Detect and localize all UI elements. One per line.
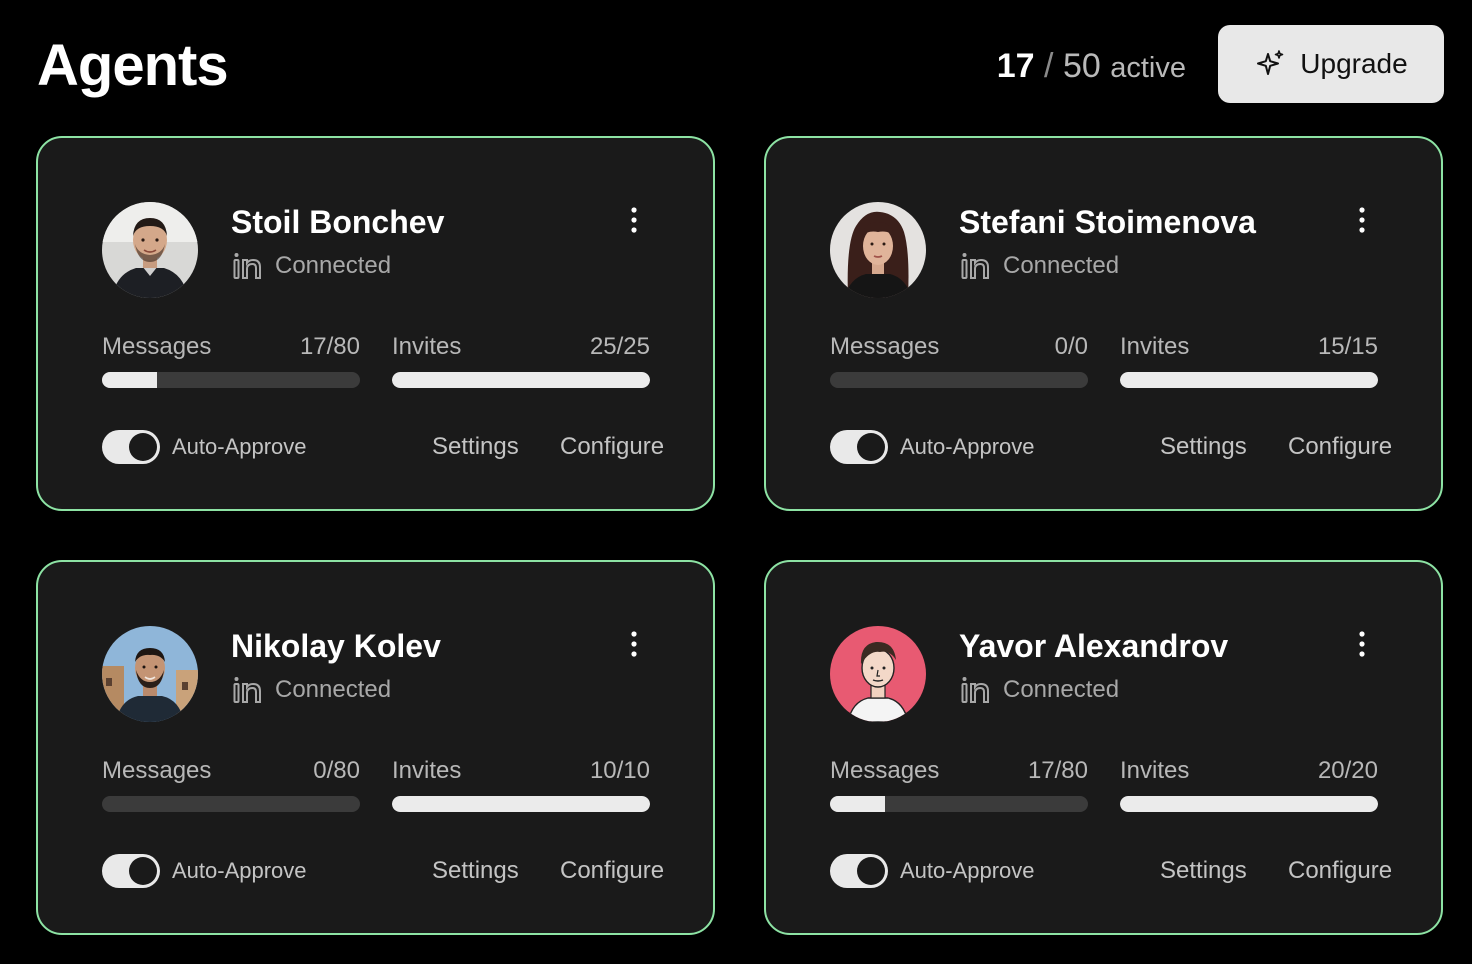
more-vertical-icon xyxy=(1359,631,1365,657)
active-count: 17 xyxy=(996,47,1035,85)
messages-metric: Messages 0/0 xyxy=(830,332,1088,388)
messages-progress-bar xyxy=(830,372,1088,388)
auto-approve-label: Auto-Approve xyxy=(172,858,307,883)
agent-name: Stefani Stoimenova xyxy=(959,204,1256,240)
avatar xyxy=(102,202,198,298)
toggle-knob xyxy=(857,433,885,461)
linkedin-icon xyxy=(959,250,991,282)
messages-label: Messages xyxy=(102,333,212,360)
more-vertical-icon xyxy=(631,631,637,657)
invites-metric: Invites 25/25 xyxy=(392,332,650,388)
invites-label: Invites xyxy=(1120,757,1190,784)
agent-card: Stefani Stoimenova Connected Messages 0/… xyxy=(764,136,1443,511)
settings-button[interactable]: Settings xyxy=(1160,854,1247,888)
more-options-button[interactable] xyxy=(1346,200,1378,240)
agent-name: Nikolay Kolev xyxy=(231,628,441,664)
upgrade-label: Upgrade xyxy=(1300,48,1408,79)
invites-metric: Invites 10/10 xyxy=(392,756,650,812)
toggle-knob xyxy=(129,433,157,461)
settings-button[interactable]: Settings xyxy=(432,854,519,888)
messages-progress-bar xyxy=(102,796,360,812)
avatar xyxy=(830,202,926,298)
connection-status: Connected xyxy=(231,674,391,706)
active-separator: / xyxy=(1044,47,1054,85)
auto-approve-label: Auto-Approve xyxy=(900,434,1035,459)
invites-progress-fill xyxy=(1120,796,1378,812)
avatar xyxy=(830,626,926,722)
messages-metric: Messages 0/80 xyxy=(102,756,360,812)
invites-value: 10/10 xyxy=(589,757,650,784)
more-options-button[interactable] xyxy=(618,624,650,664)
invites-progress-fill xyxy=(1120,372,1378,388)
status-text: Connected xyxy=(1003,676,1120,703)
messages-metric: Messages 17/80 xyxy=(102,332,360,388)
agent-card: Yavor Alexandrov Connected Messages 17/8… xyxy=(764,560,1443,935)
messages-label: Messages xyxy=(102,757,212,784)
invites-metric: Invites 20/20 xyxy=(1120,756,1378,812)
linkedin-icon xyxy=(231,250,263,282)
invites-progress-bar xyxy=(1120,372,1378,388)
messages-progress-bar xyxy=(102,372,360,388)
auto-approve-toggle[interactable] xyxy=(830,430,888,464)
invites-value: 15/15 xyxy=(1317,333,1378,360)
agent-name: Yavor Alexandrov xyxy=(959,628,1229,664)
invites-label: Invites xyxy=(392,757,462,784)
invites-metric: Invites 15/15 xyxy=(1120,332,1378,388)
invites-progress-bar xyxy=(392,372,650,388)
configure-button[interactable]: Configure xyxy=(560,854,664,888)
messages-progress-fill xyxy=(102,372,157,388)
messages-label: Messages xyxy=(830,757,940,784)
configure-button[interactable]: Configure xyxy=(1288,854,1392,888)
status-text: Connected xyxy=(1003,252,1120,279)
connection-status: Connected xyxy=(959,674,1119,706)
auto-approve-toggle[interactable] xyxy=(830,854,888,888)
messages-metric: Messages 17/80 xyxy=(830,756,1088,812)
auto-approve-label: Auto-Approve xyxy=(900,858,1035,883)
page-title: Agents xyxy=(37,33,229,98)
invites-value: 25/25 xyxy=(589,333,650,360)
messages-label: Messages xyxy=(830,333,940,360)
invites-label: Invites xyxy=(1120,333,1190,360)
linkedin-icon xyxy=(959,674,991,706)
avatar xyxy=(102,626,198,722)
status-text: Connected xyxy=(275,676,392,703)
messages-value: 0/80 xyxy=(313,757,360,784)
configure-button[interactable]: Configure xyxy=(1288,430,1392,464)
auto-approve-label: Auto-Approve xyxy=(172,434,307,459)
more-options-button[interactable] xyxy=(618,200,650,240)
more-options-button[interactable] xyxy=(1346,624,1378,664)
agent-card: Stoil Bonchev Connected Messages 17/80 I… xyxy=(36,136,715,511)
settings-button[interactable]: Settings xyxy=(1160,430,1247,464)
connection-status: Connected xyxy=(231,250,391,282)
sparkles-icon xyxy=(1254,48,1286,80)
auto-approve-toggle[interactable] xyxy=(102,430,160,464)
upgrade-button[interactable]: Upgrade xyxy=(1218,25,1444,103)
toggle-knob xyxy=(129,857,157,885)
active-word: active xyxy=(1110,52,1186,84)
connection-status: Connected xyxy=(959,250,1119,282)
agent-name: Stoil Bonchev xyxy=(231,204,445,240)
messages-value: 0/0 xyxy=(1054,333,1088,360)
linkedin-icon xyxy=(231,674,263,706)
invites-value: 20/20 xyxy=(1317,757,1378,784)
more-vertical-icon xyxy=(1359,207,1365,233)
active-total: 50 xyxy=(1062,47,1101,85)
invites-progress-fill xyxy=(392,796,650,812)
invites-label: Invites xyxy=(392,333,462,360)
configure-button[interactable]: Configure xyxy=(560,430,664,464)
invites-progress-bar xyxy=(392,796,650,812)
active-agents-counter: 17 / 50 active xyxy=(997,44,1186,90)
messages-progress-fill xyxy=(830,796,885,812)
auto-approve-toggle[interactable] xyxy=(102,854,160,888)
invites-progress-fill xyxy=(392,372,650,388)
invites-progress-bar xyxy=(1120,796,1378,812)
toggle-knob xyxy=(857,857,885,885)
status-text: Connected xyxy=(275,252,392,279)
settings-button[interactable]: Settings xyxy=(432,430,519,464)
messages-progress-bar xyxy=(830,796,1088,812)
more-vertical-icon xyxy=(631,207,637,233)
messages-value: 17/80 xyxy=(299,333,360,360)
agent-card: Nikolay Kolev Connected Messages 0/80 In… xyxy=(36,560,715,935)
messages-value: 17/80 xyxy=(1027,757,1088,784)
